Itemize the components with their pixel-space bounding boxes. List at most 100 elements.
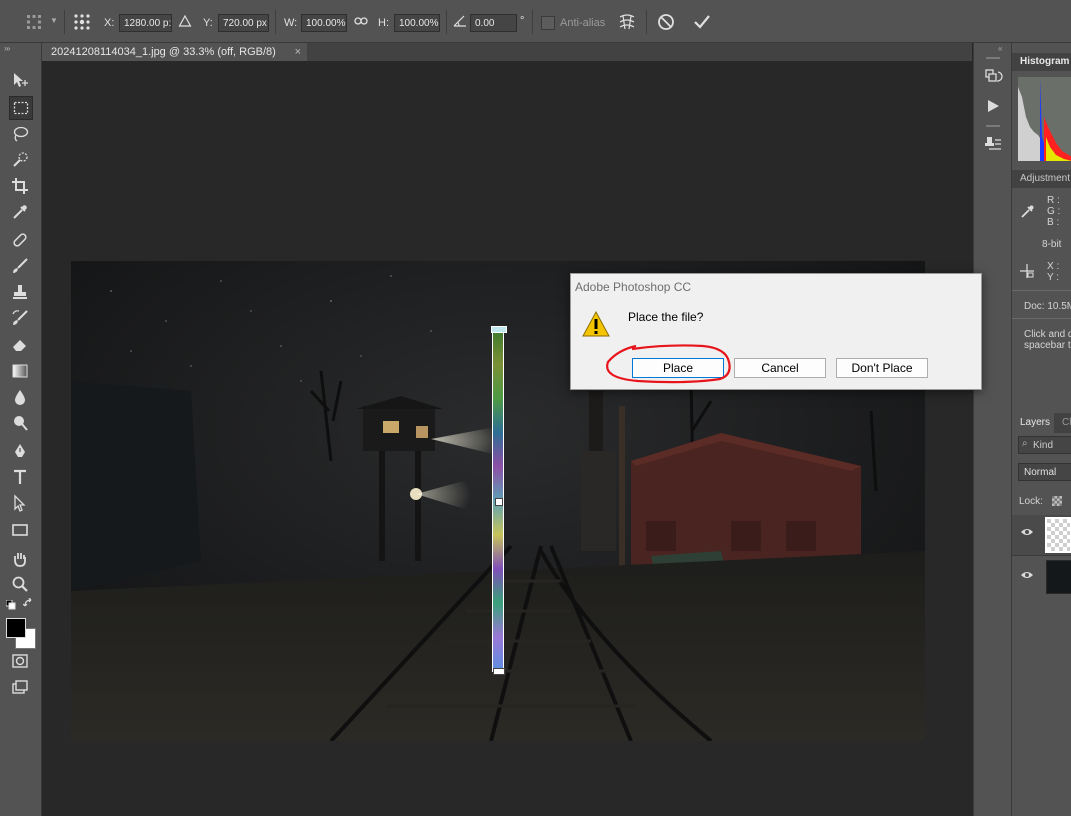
height-field[interactable]: 100.00%: [394, 14, 440, 32]
antialias-checkbox[interactable]: [541, 16, 555, 30]
document-tabs: 20241208114034_1.jpg @ 33.3% (off, RGB/8…: [42, 43, 972, 61]
dodge-tool-icon[interactable]: [9, 412, 31, 434]
document-tab-title: 20241208114034_1.jpg @ 33.3% (off, RGB/8…: [51, 46, 276, 58]
transform-handle-bottom[interactable]: [493, 668, 505, 675]
lock-transparency-icon[interactable]: [1052, 496, 1062, 506]
eraser-tool-icon[interactable]: [9, 333, 31, 355]
path-selection-tool-icon[interactable]: [9, 492, 31, 514]
tools-panel: »: [0, 43, 42, 816]
brush-tool-icon[interactable]: [9, 255, 31, 277]
eyedropper-tool-icon[interactable]: [9, 201, 31, 223]
healing-brush-tool-icon[interactable]: [9, 229, 31, 251]
annotation-circle-icon: [606, 344, 731, 384]
collapse-tools-arrows-icon[interactable]: »: [4, 44, 8, 53]
dock-grip[interactable]: [986, 125, 1000, 127]
rectangular-marquee-tool-icon[interactable]: [9, 96, 33, 120]
crop-tool-icon[interactable]: [9, 175, 31, 197]
hint-line-2: spacebar t: [1024, 340, 1071, 351]
default-colors-icon[interactable]: [5, 599, 16, 613]
tab-channels-label[interactable]: Cl: [1062, 417, 1071, 428]
link-icon[interactable]: [354, 15, 368, 30]
swap-colors-icon[interactable]: [22, 597, 35, 613]
width-label: W:: [284, 17, 298, 29]
document-tab[interactable]: 20241208114034_1.jpg @ 33.3% (off, RGB/8…: [42, 43, 307, 61]
transform-handle-top[interactable]: [491, 326, 507, 333]
visibility-eye-icon[interactable]: [1020, 527, 1034, 540]
x-position-field[interactable]: 1280.00 p:: [119, 14, 172, 32]
delta-icon[interactable]: [178, 14, 192, 31]
hint-line-1: Click and d: [1024, 329, 1071, 340]
type-tool-icon[interactable]: [9, 466, 31, 488]
doc-size-label: Doc: 10.5M: [1024, 301, 1071, 312]
blend-mode-value: Normal: [1024, 467, 1057, 478]
info-x-label: X :: [1047, 261, 1060, 272]
y-position-field[interactable]: 720.00 px: [218, 14, 269, 32]
hand-tool-icon[interactable]: [9, 548, 31, 570]
antialias-label: Anti-alias: [560, 17, 606, 29]
panel-dock: «: [973, 43, 1012, 816]
history-brush-tool-icon[interactable]: [9, 307, 31, 329]
angle-icon[interactable]: [453, 15, 467, 30]
histogram-graph: [1018, 77, 1071, 161]
close-tab-icon[interactable]: ×: [295, 43, 301, 61]
info-g-label: G :: [1047, 206, 1061, 217]
dock-grip[interactable]: [986, 57, 1000, 59]
reference-grid-icon[interactable]: [72, 12, 92, 32]
commit-transform-icon[interactable]: [692, 13, 712, 34]
dialog-title: Adobe Photoshop CC: [575, 280, 692, 294]
expand-panels-icon[interactable]: «: [998, 44, 1002, 53]
eyedropper-icon: [1020, 203, 1036, 222]
y-label: Y:: [203, 17, 213, 29]
layer-row-background[interactable]: [1012, 556, 1071, 596]
quick-selection-tool-icon[interactable]: [9, 149, 31, 171]
info-r-label: R :: [1047, 195, 1060, 206]
options-bar: ▼ X: 1280.00 p: Y: 720.00 px W: 100.00% …: [0, 0, 1071, 43]
layer-filter-kind: Kind: [1033, 440, 1054, 451]
lasso-tool-icon[interactable]: [9, 123, 31, 145]
x-label: X:: [104, 17, 115, 29]
actions-play-icon[interactable]: [985, 98, 1001, 117]
histogram-title[interactable]: Histogram: [1020, 56, 1069, 67]
crosshair-icon: [1019, 263, 1035, 282]
layer-thumbnail: [1045, 517, 1071, 553]
blur-tool-icon[interactable]: [9, 386, 31, 408]
pen-tool-icon[interactable]: [9, 440, 31, 462]
foreground-color-swatch[interactable]: [6, 618, 26, 638]
warning-icon: [581, 310, 611, 341]
screen-mode-icon[interactable]: [9, 676, 31, 698]
move-tool-icon[interactable]: [9, 69, 31, 91]
tab-layers-label: Layers: [1020, 417, 1051, 428]
dont-place-button[interactable]: Don't Place: [836, 358, 928, 378]
adjustments-title[interactable]: Adjustment: [1020, 173, 1070, 184]
info-y-label: Y :: [1047, 272, 1060, 283]
layer-filter[interactable]: ⌕ Kind: [1018, 436, 1071, 454]
transform-handle-center[interactable]: [495, 498, 503, 506]
info-bit-depth: 8-bit: [1042, 239, 1062, 250]
tab-layers[interactable]: Layers: [1012, 413, 1054, 433]
height-label: H:: [378, 17, 389, 29]
cancel-transform-icon[interactable]: [657, 13, 675, 34]
quick-mask-icon[interactable]: [9, 650, 31, 672]
chevron-down-icon[interactable]: ▼: [50, 16, 58, 25]
width-field[interactable]: 100.00%: [301, 14, 347, 32]
gradient-tool-icon[interactable]: [9, 360, 31, 382]
layer-thumbnail: [1046, 560, 1071, 594]
right-panel: Histogram Adjustment R : G : B : 8-bit X…: [1011, 43, 1071, 816]
clone-stamp-tool-icon[interactable]: [9, 281, 31, 303]
rectangle-tool-icon[interactable]: [9, 519, 31, 541]
lock-label: Lock:: [1019, 496, 1043, 507]
blend-mode-select[interactable]: Normal: [1018, 463, 1071, 481]
reference-point-icon[interactable]: [24, 12, 44, 32]
dialog-message: Place the file?: [628, 310, 704, 324]
zoom-tool-icon[interactable]: [9, 573, 31, 595]
info-b-label: B :: [1047, 217, 1060, 228]
cancel-button[interactable]: Cancel: [734, 358, 826, 378]
visibility-eye-icon[interactable]: [1020, 570, 1034, 583]
history-icon[interactable]: [983, 68, 1003, 89]
tool-presets-icon[interactable]: [983, 135, 1003, 156]
search-icon: ⌕: [1022, 438, 1028, 449]
degree-symbol: °: [520, 15, 525, 27]
layer-row-placed[interactable]: [1012, 515, 1071, 556]
warp-icon[interactable]: [617, 12, 637, 35]
angle-field[interactable]: 0.00: [470, 14, 517, 32]
